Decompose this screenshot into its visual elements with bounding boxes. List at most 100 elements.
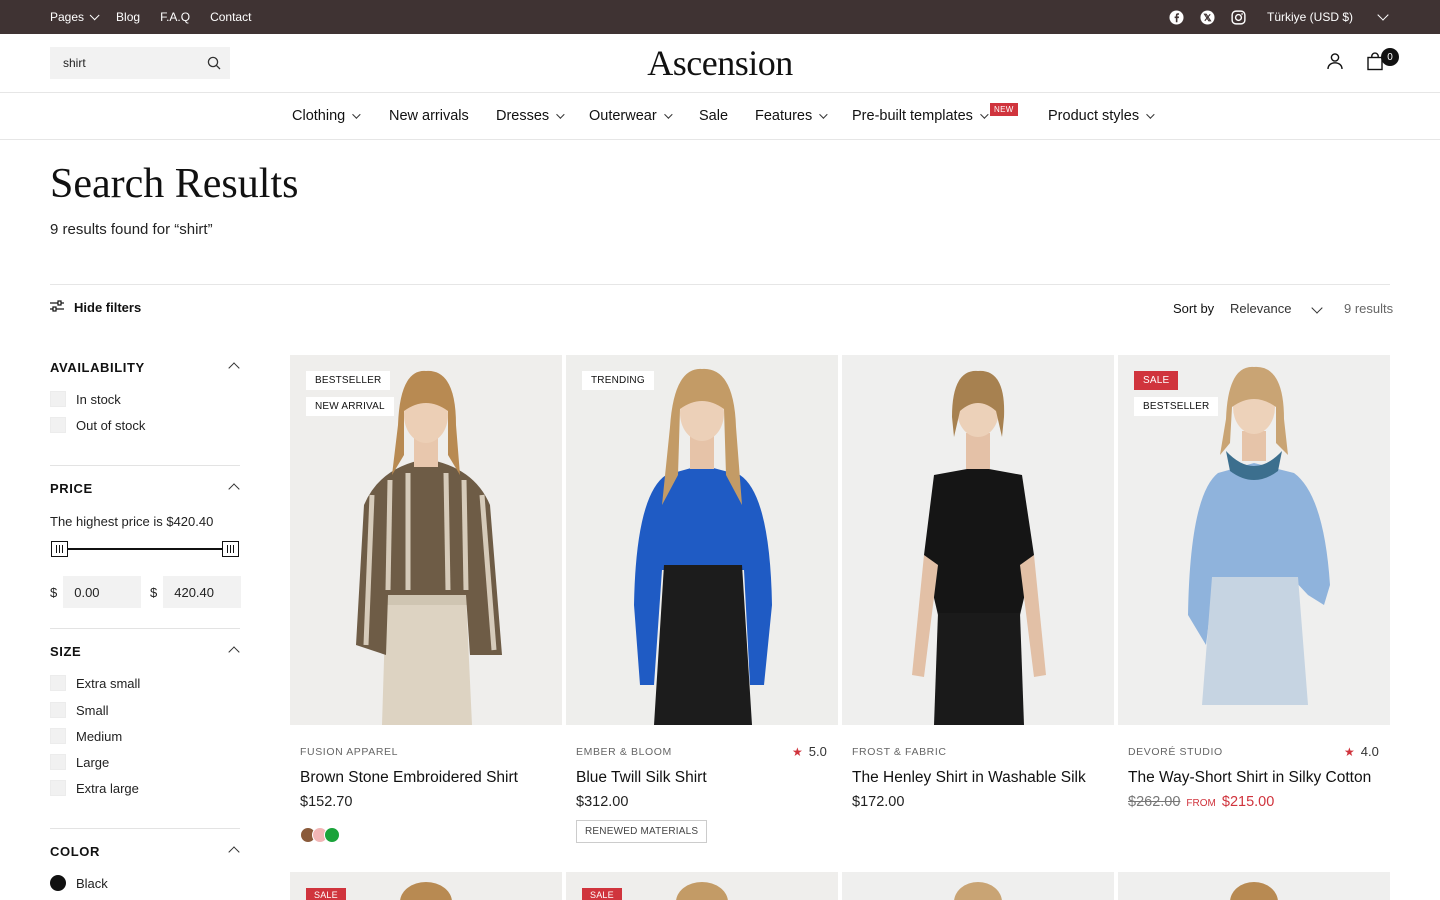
product-photo-placeholder bbox=[842, 355, 1114, 725]
filter-title: AVAILABILITY bbox=[50, 360, 145, 375]
chevron-down-icon bbox=[1146, 110, 1155, 119]
nav-label: Pre-built templates bbox=[852, 108, 973, 124]
nav-item-features[interactable]: Features bbox=[755, 93, 828, 139]
filter-option-in-stock[interactable]: In stock bbox=[50, 391, 121, 407]
star-icon: ★ bbox=[792, 744, 803, 759]
product-tag: RENEWED MATERIALS bbox=[576, 820, 708, 843]
product-image[interactable] bbox=[1118, 872, 1390, 900]
filter-option-extra-large[interactable]: Extra large bbox=[50, 780, 139, 796]
price-max-input[interactable]: 420.40 bbox=[163, 576, 242, 608]
facebook-icon[interactable] bbox=[1168, 9, 1184, 25]
nav-label: Outerwear bbox=[589, 108, 657, 124]
product-image[interactable]: SALE BESTSELLER bbox=[1118, 355, 1390, 725]
checkbox[interactable] bbox=[50, 702, 66, 718]
search-input[interactable] bbox=[63, 56, 193, 70]
product-title[interactable]: Blue Twill Silk Shirt bbox=[576, 769, 707, 787]
chevron-down-icon bbox=[1377, 9, 1389, 21]
filter-option-label: Extra large bbox=[76, 780, 139, 796]
product-title[interactable]: The Henley Shirt in Washable Silk bbox=[852, 769, 1086, 787]
color-swatch[interactable] bbox=[50, 875, 66, 891]
filter-option-medium[interactable]: Medium bbox=[50, 728, 122, 744]
price-slider-max-handle[interactable] bbox=[222, 541, 239, 557]
rating-value: 4.0 bbox=[1360, 744, 1379, 759]
product-image[interactable] bbox=[842, 355, 1114, 725]
checkbox[interactable] bbox=[50, 780, 66, 796]
hide-filters-button[interactable]: Hide filters bbox=[50, 300, 141, 315]
nav-item-clothing[interactable]: Clothing bbox=[292, 93, 361, 139]
filter-option-black[interactable]: Black bbox=[50, 875, 108, 891]
search-form bbox=[50, 47, 230, 79]
chevron-down-icon bbox=[819, 110, 828, 119]
filter-option-out-of-stock[interactable]: Out of stock bbox=[50, 417, 145, 433]
nav-item-sale[interactable]: Sale bbox=[699, 93, 728, 139]
topbar-links: Pages Blog F.A.Q Contact bbox=[50, 0, 251, 34]
search-icon[interactable] bbox=[207, 56, 221, 73]
nav-item-new-arrivals[interactable]: New arrivals bbox=[389, 93, 469, 139]
filter-sliders-icon bbox=[50, 300, 64, 315]
product-brand[interactable]: FROST & FABRIC bbox=[852, 746, 947, 758]
social-links bbox=[1168, 9, 1246, 25]
product-photo-placeholder bbox=[1118, 872, 1390, 900]
color-swatch[interactable] bbox=[324, 827, 340, 843]
account-icon[interactable] bbox=[1326, 52, 1344, 75]
product-title[interactable]: Brown Stone Embroidered Shirt bbox=[300, 769, 518, 787]
filter-title: PRICE bbox=[50, 481, 93, 496]
filter-divider bbox=[50, 828, 240, 829]
product-image[interactable]: TRENDING bbox=[566, 355, 838, 725]
sort-label: Sort by bbox=[1173, 301, 1215, 316]
locale-selector[interactable]: Türkiye (USD $) bbox=[1267, 0, 1353, 34]
product-image[interactable]: SALE bbox=[290, 872, 562, 900]
topbar-link-faq[interactable]: F.A.Q bbox=[160, 10, 190, 24]
sort-select[interactable]: Relevance bbox=[1230, 301, 1291, 316]
nav-label: Clothing bbox=[292, 108, 346, 124]
chevron-down-icon[interactable] bbox=[1311, 302, 1323, 314]
filter-title: COLOR bbox=[50, 844, 100, 859]
product-price: $152.70 bbox=[300, 794, 353, 810]
filter-option-small[interactable]: Small bbox=[50, 702, 109, 718]
product-image[interactable]: BESTSELLER NEW ARRIVAL bbox=[290, 355, 562, 725]
checkbox[interactable] bbox=[50, 754, 66, 770]
topbar-link-blog[interactable]: Blog bbox=[116, 10, 140, 24]
filter-divider bbox=[50, 628, 240, 629]
main-navigation: Clothing New arrivals Dresses Outerwear … bbox=[0, 93, 1440, 140]
filter-price-header[interactable]: PRICE bbox=[50, 481, 240, 496]
nav-label: New arrivals bbox=[389, 108, 469, 124]
product-badge: BESTSELLER bbox=[306, 371, 391, 390]
product-title[interactable]: The Way-Short Shirt in Silky Cotton bbox=[1128, 769, 1371, 787]
product-brand[interactable]: FUSION APPAREL bbox=[300, 746, 398, 758]
product-badge: TRENDING bbox=[582, 371, 654, 390]
price-slider-min-handle[interactable] bbox=[51, 541, 68, 557]
nav-item-product-styles[interactable]: Product styles bbox=[1048, 93, 1155, 139]
filter-option-label: Black bbox=[76, 875, 108, 891]
product-brand[interactable]: EMBER & BLOOM bbox=[576, 746, 672, 758]
checkbox[interactable] bbox=[50, 391, 66, 407]
topbar-link-pages[interactable]: Pages bbox=[50, 9, 100, 24]
chevron-down-icon bbox=[352, 110, 361, 119]
filter-availability-header[interactable]: AVAILABILITY bbox=[50, 360, 240, 375]
nav-item-dresses[interactable]: Dresses bbox=[496, 93, 565, 139]
filter-size-header[interactable]: SIZE bbox=[50, 644, 240, 659]
filter-option-label: Out of stock bbox=[76, 417, 146, 433]
divider bbox=[50, 284, 1390, 285]
checkbox[interactable] bbox=[50, 417, 66, 433]
checkbox[interactable] bbox=[50, 728, 66, 744]
topbar-link-contact[interactable]: Contact bbox=[210, 10, 251, 24]
cart-count-badge: 0 bbox=[1381, 48, 1399, 66]
checkbox[interactable] bbox=[50, 675, 66, 691]
chevron-down-icon bbox=[556, 110, 565, 119]
instagram-icon[interactable] bbox=[1230, 9, 1246, 25]
site-logo[interactable]: Ascension bbox=[600, 42, 840, 84]
product-image[interactable]: SALE bbox=[566, 872, 838, 900]
nav-item-outerwear[interactable]: Outerwear bbox=[589, 93, 673, 139]
price-min-input[interactable]: 0.00 bbox=[63, 576, 142, 608]
price-slider-track[interactable] bbox=[58, 548, 232, 550]
product-image[interactable] bbox=[842, 872, 1114, 900]
nav-item-pre-built-templates[interactable]: Pre-built templates bbox=[852, 93, 989, 139]
x-icon[interactable] bbox=[1199, 9, 1215, 25]
product-brand[interactable]: DEVORÉ STUDIO bbox=[1128, 746, 1223, 758]
product-rating: ★ 4.0 bbox=[1344, 744, 1379, 759]
filter-option-extra-small[interactable]: Extra small bbox=[50, 675, 140, 691]
filter-color-header[interactable]: COLOR bbox=[50, 844, 240, 859]
price-min-field: $ 0.00 bbox=[50, 576, 142, 608]
filter-option-large[interactable]: Large bbox=[50, 754, 109, 770]
